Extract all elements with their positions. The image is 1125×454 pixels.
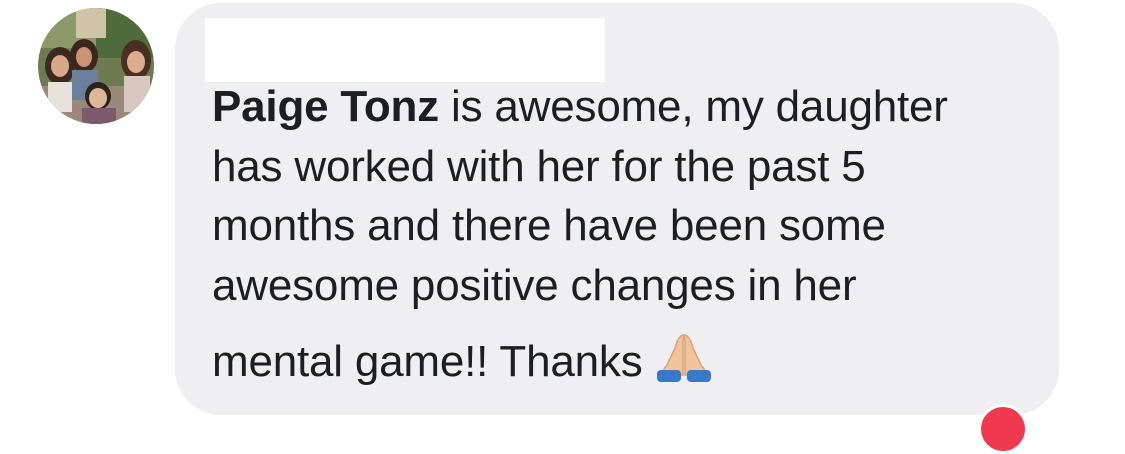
comment-line: awesome positive changes in her (212, 260, 857, 310)
avatar[interactable] (38, 8, 154, 124)
folded-hands-icon (653, 332, 715, 398)
comment-bubble: Paige Tonz is awesome, my daughter has w… (175, 3, 1059, 415)
love-reaction-icon (978, 404, 1028, 454)
comment-line: months and there have been some (212, 201, 886, 250)
redaction-block (205, 18, 605, 82)
comment-line: Paige Tonz is awesome, my daughter (212, 82, 948, 131)
comment-text: Paige Tonz is awesome, my daughter has w… (212, 77, 1042, 398)
comment-line: has worked with her for the past 5 (212, 141, 866, 191)
comment-author-link[interactable]: Paige Tonz (212, 82, 439, 131)
profile-photo-avatar (38, 8, 154, 124)
comment-line: mental game!! Thanks (212, 332, 1042, 398)
reaction-summary[interactable] (978, 404, 1028, 454)
